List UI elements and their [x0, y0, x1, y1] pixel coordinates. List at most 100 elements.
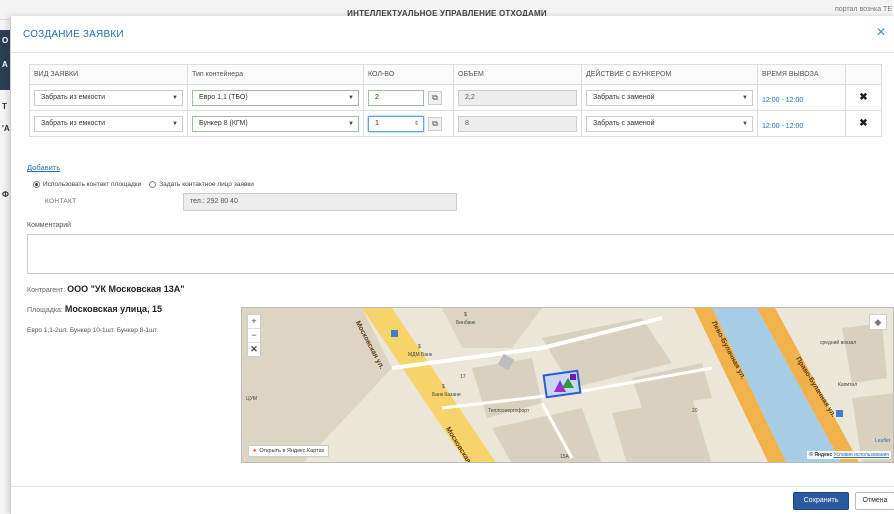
contact-field: тел.: 292 80 40 [183, 193, 457, 211]
select-value: Забрать из емкости [41, 93, 105, 101]
radio-checked-icon [33, 181, 40, 188]
poi-label: МДМ Банк [408, 352, 433, 358]
house-number: 15А [560, 454, 569, 460]
column-header: КОЛ-ВО [363, 64, 454, 85]
container-type-select[interactable]: Евро 1,1 (ТБО) ▼ [192, 89, 359, 106]
column-header: ВИД ЗАЯВКИ [29, 64, 188, 85]
delete-row-icon[interactable]: ✖ [845, 110, 882, 137]
copyright-brand: © Яндекс [809, 452, 833, 458]
site-value: Московская улица, 15 [64, 304, 162, 314]
sidebar-letter: Т [2, 102, 7, 111]
fullscreen-icon[interactable]: ✕ [248, 343, 260, 356]
delete-row-icon[interactable]: ✖ [845, 84, 882, 111]
pickup-time-link[interactable]: 12:00 - 12:00 [762, 123, 803, 130]
radio-site-contact[interactable]: Использовать контакт площадки [33, 181, 141, 188]
chevron-down-icon: ▼ [742, 94, 748, 101]
chevron-down-icon: ▼ [742, 120, 748, 127]
quantity-value: 2 [375, 93, 379, 101]
column-header: ОБЪЕМ [453, 64, 582, 85]
open-in-yandex-maps-link[interactable]: ● Открыть в Яндекс.Картах [248, 445, 330, 457]
save-button[interactable]: Сохранить [793, 492, 849, 510]
poi-label: $ [418, 344, 421, 350]
table-row: Забрать из емкости ▼ Бункер 8 (КГМ) ▼ 1 ⇕ ⧉ … [29, 110, 882, 137]
zoom-in-button[interactable]: + [248, 315, 260, 329]
leaflet-attribution-link[interactable]: Leaflet [875, 438, 890, 444]
column-header: ДЕЙСТВИЕ С БУНКЕРОМ [581, 64, 758, 85]
radio-label: Использовать контакт площадки [43, 181, 142, 189]
poi-label: средний вокзал [820, 340, 857, 346]
poi-label: Банк Казани [432, 392, 461, 398]
map-zoom-control: + − ✕ [247, 314, 261, 357]
radio-label: Задать контактное лицо заявки [159, 181, 254, 189]
column-header: Тип контейнера [187, 64, 364, 85]
modal-title: СОЗДАНИЕ ЗАЯВКИ [23, 29, 124, 40]
column-header: ВРЕМЯ ВЫВОЗА [757, 64, 846, 85]
poi-label: $ [464, 312, 467, 318]
contact-radio-group: Использовать контакт площадки Задать кон… [33, 181, 254, 188]
bunker-action-select[interactable]: Забрать с заменой ▼ [586, 89, 753, 106]
site-line: Площадка: Московская улица, 15 [27, 304, 162, 314]
poi-label: $ [442, 384, 445, 390]
create-request-modal: СОЗДАНИЕ ЗАЯВКИ ✕ ВИД ЗАЯВКИ Тип контейн… [10, 16, 894, 514]
comment-label: Комментарий [27, 222, 72, 229]
open-maps-label: Открыть в Яндекс.Картах [259, 448, 325, 454]
chevron-down-icon: ▼ [348, 120, 354, 127]
map-tiles [242, 308, 893, 462]
contact-label: КОНТАКТ [45, 198, 77, 205]
zoom-out-button[interactable]: − [248, 329, 260, 343]
calculator-icon[interactable]: ⧉ [428, 116, 442, 131]
select-value: Евро 1,1 (ТБО) [199, 93, 248, 101]
quantity-value: 1 [375, 119, 379, 127]
pickup-time-link[interactable]: 12:00 - 12:00 [762, 97, 803, 104]
add-row-link[interactable]: Добавить [27, 163, 60, 172]
map-pin-icon: ● [253, 448, 257, 454]
sidebar-letter: О [2, 36, 9, 45]
calculator-icon[interactable]: ⧉ [428, 90, 442, 105]
contractor-label: Контрагент: [27, 287, 66, 294]
poi-label: Капитал [838, 382, 858, 388]
terms-of-use-link[interactable]: Условия использования [834, 452, 890, 458]
sidebar-letter: Ф [2, 190, 9, 199]
container-type-select[interactable]: Бункер 8 (КГМ) ▼ [192, 115, 359, 132]
select-value: Забрать с заменой [593, 119, 655, 127]
volume-field: 8 [458, 115, 577, 132]
comment-textarea[interactable] [27, 234, 894, 274]
cancel-button[interactable]: Отмена [855, 492, 894, 510]
select-value: Забрать из емкости [41, 119, 105, 127]
divider [11, 52, 894, 53]
radio-request-contact[interactable]: Задать контактное лицо заявки [149, 181, 254, 188]
column-header [845, 64, 882, 85]
request-items-table: ВИД ЗАЯВКИ Тип контейнера КОЛ-ВО ОБЪЕМ Д… [29, 64, 882, 137]
contractor-line: Контрагент: ООО "УК Московская 13А" [27, 284, 185, 294]
spinner-icon[interactable]: ⇕ [414, 117, 419, 131]
bunker-action-select[interactable]: Забрать с заменой ▼ [586, 115, 753, 132]
site-map[interactable]: $ Бинбанк $ МДМ Банк $ Банк Казани Тепло… [241, 307, 894, 463]
quantity-input[interactable]: 2 [368, 89, 424, 106]
radio-unchecked-icon [149, 181, 157, 188]
layers-icon[interactable]: ◆ [869, 314, 887, 330]
volume-field: 2,2 [458, 89, 577, 106]
sidebar-letter: 'А [2, 124, 10, 133]
poi-label: Бинбанк [456, 320, 476, 326]
chevron-down-icon: ▼ [172, 120, 178, 127]
contractor-value: ООО "УК Московская 13А" [67, 284, 185, 294]
map-copyright: © Яндекс Условия использования [807, 451, 891, 459]
portal-link[interactable]: портал вознка ТЕ [835, 6, 892, 13]
house-number: 17 [460, 374, 466, 380]
select-value: Бункер 8 (КГМ) [199, 119, 248, 127]
select-value: Забрать с заменой [593, 93, 655, 101]
chevron-down-icon: ▼ [172, 94, 178, 101]
poi-label: ЦУМ [246, 396, 258, 402]
chevron-down-icon: ▼ [348, 94, 354, 101]
site-label: Площадка: [27, 307, 63, 314]
request-type-select[interactable]: Забрать из емкости ▼ [34, 115, 183, 132]
house-number: 20 [692, 408, 698, 414]
containers-summary: Евро 1,1-2шт. Бункер 10-1шт. Бункер 8-1ш… [27, 327, 159, 334]
sidebar-letter: А [2, 60, 8, 69]
quantity-input[interactable]: 1 ⇕ [368, 115, 424, 132]
request-type-select[interactable]: Забрать из емкости ▼ [34, 89, 183, 106]
table-header-row: ВИД ЗАЯВКИ Тип контейнера КОЛ-ВО ОБЪЕМ Д… [29, 64, 882, 85]
close-icon[interactable]: ✕ [876, 25, 886, 39]
divider [11, 486, 894, 487]
poi-label: Теплоэнергофорт [488, 408, 530, 414]
